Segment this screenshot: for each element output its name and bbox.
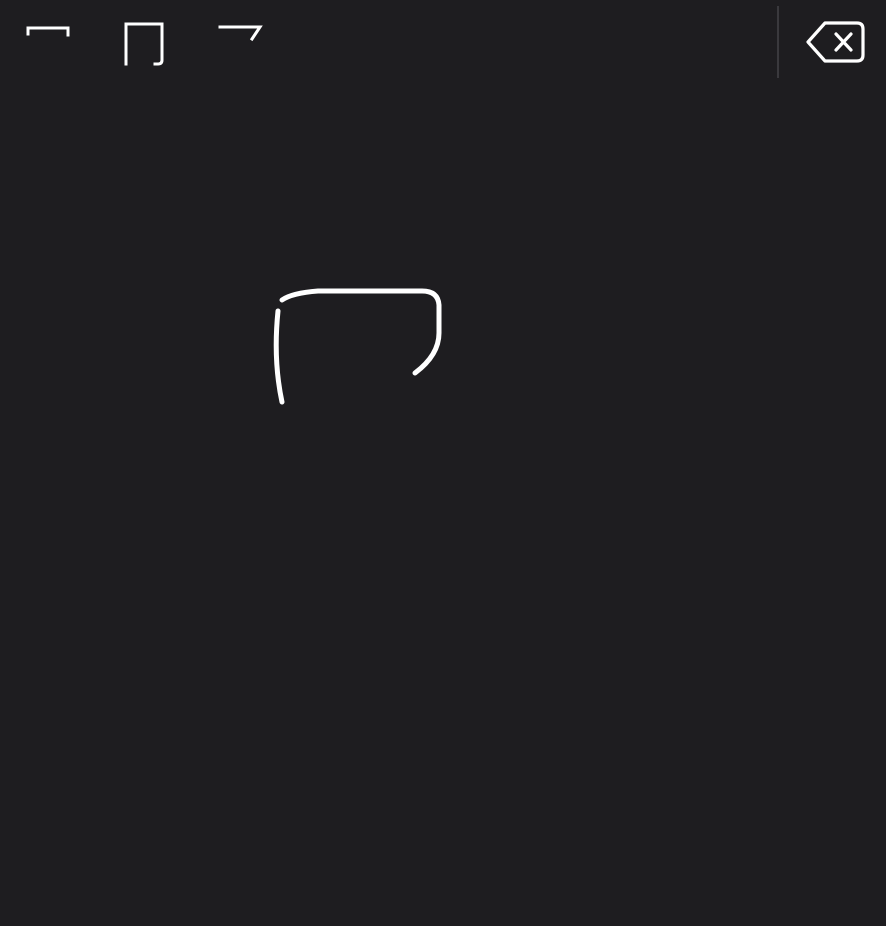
ink-stroke-2 [279, 288, 442, 376]
ink-stroke-1 [273, 308, 285, 405]
character-hook-icon [210, 14, 270, 72]
character-mi-icon [18, 14, 78, 72]
candidate-1[interactable] [18, 14, 78, 72]
candidate-3[interactable] [210, 14, 270, 72]
ink-strokes [273, 288, 442, 405]
candidate-bar [0, 0, 886, 86]
delete-button[interactable] [800, 16, 870, 72]
delete-backward-icon [805, 19, 865, 70]
candidate-divider [777, 6, 779, 78]
candidate-2[interactable] [114, 14, 174, 72]
handwriting-keyboard [0, 0, 886, 926]
character-jiong-icon [114, 14, 174, 72]
handwriting-canvas[interactable] [0, 86, 886, 926]
